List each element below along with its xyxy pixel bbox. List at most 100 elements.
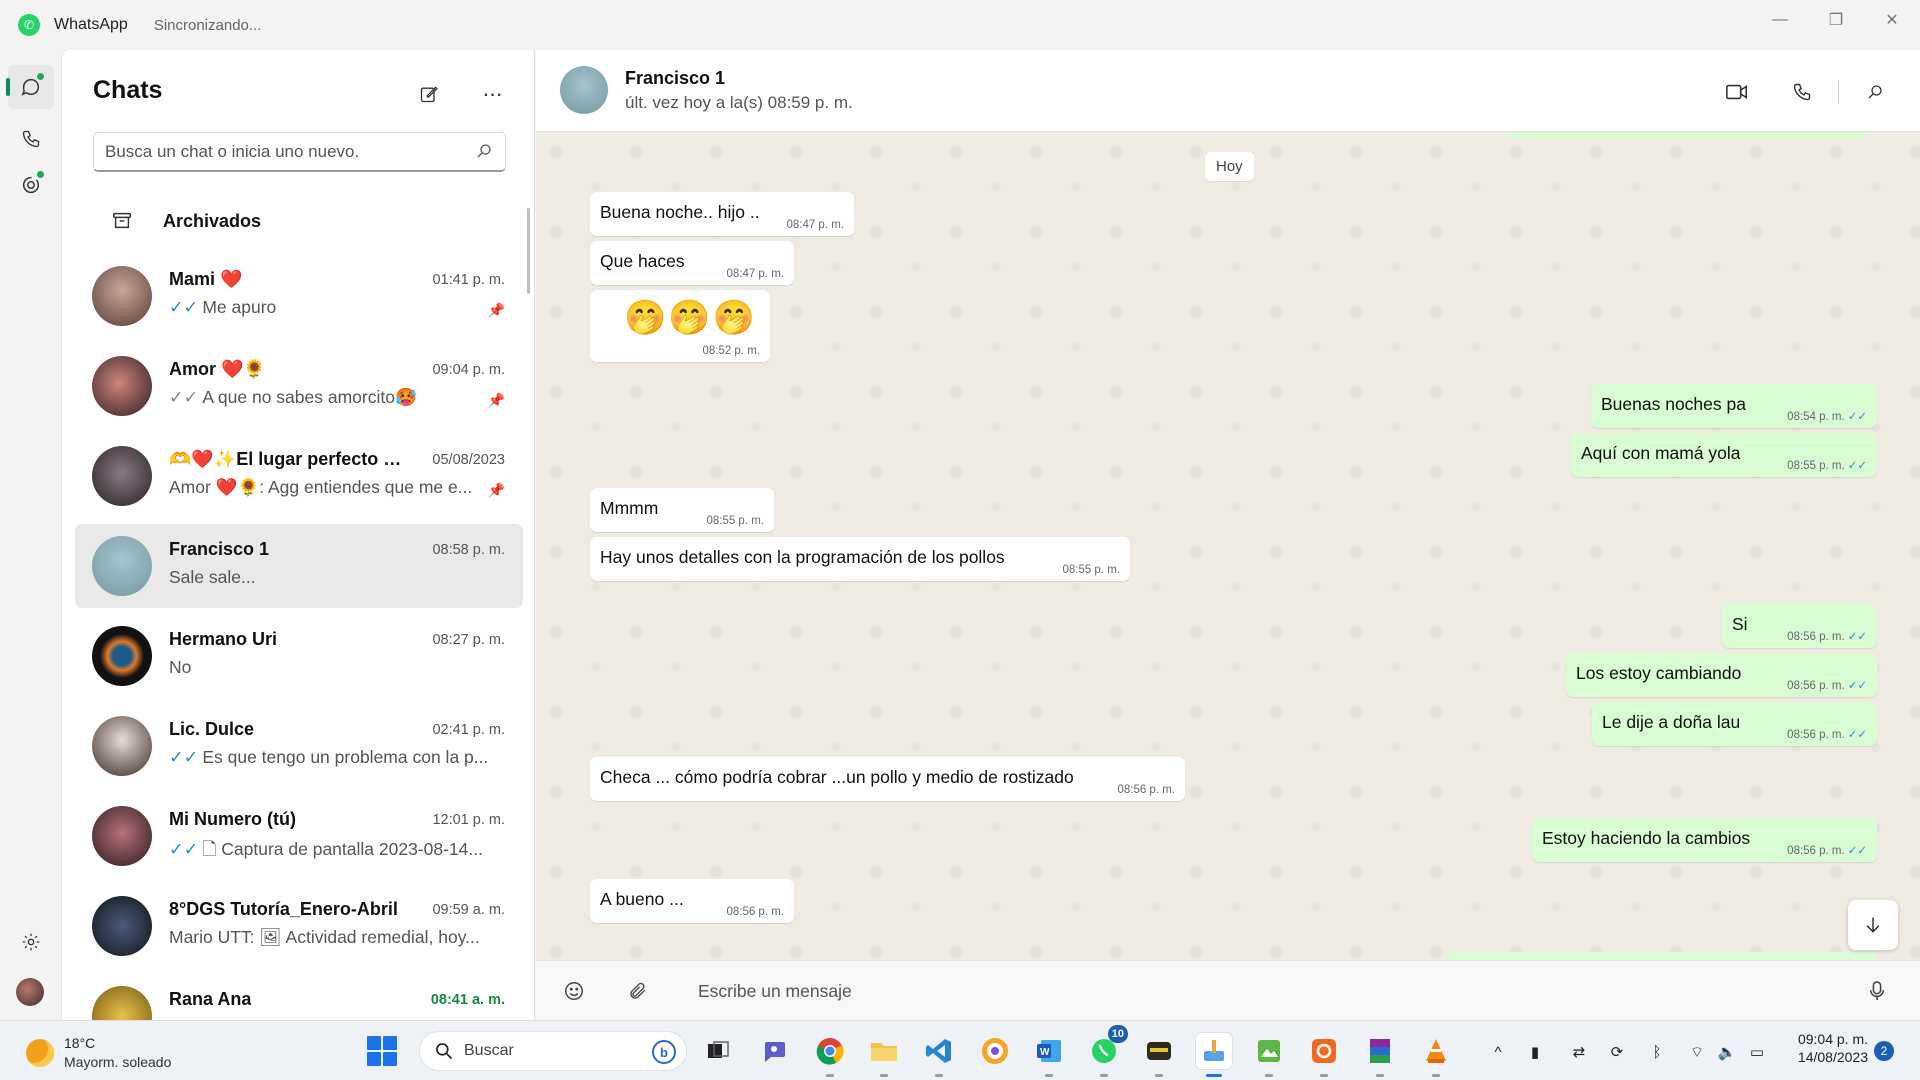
tray-update-icon[interactable]: ⟳	[1606, 1041, 1628, 1063]
message-composer	[536, 960, 1920, 1020]
conversation-header[interactable]: Francisco 1 últ. vez hoy a la(s) 08:59 p…	[536, 50, 1920, 132]
avatar	[92, 356, 152, 416]
show-hidden-icons-button[interactable]: ^	[1487, 1041, 1509, 1063]
close-button[interactable]: ✕	[1864, 0, 1920, 40]
chat-name: Mami ❤️	[169, 269, 243, 289]
chat-preview: Sale sale...	[169, 567, 256, 588]
search-icon	[436, 1043, 453, 1060]
voice-call-button[interactable]	[1788, 78, 1816, 106]
menu-button[interactable]: ⋯	[477, 78, 509, 110]
chat-item[interactable]: Mami ❤️ 01:41 p. m. ✓✓ Me apuro 📌	[75, 254, 523, 338]
attach-button[interactable]	[624, 977, 652, 1005]
chat-item[interactable]: Mi Numero (tú) 12:01 p. m. ✓✓ 🗋 Captura d…	[75, 794, 523, 878]
message-bubble-outgoing[interactable]: Los estoy cambiando 08:56 p. m. ✓✓	[1566, 653, 1877, 697]
task-view-button[interactable]	[700, 1033, 736, 1069]
message-bubble-incoming[interactable]: A bueno ... 08:56 p. m.	[590, 879, 794, 923]
message-bubble-incoming[interactable]: Que haces 08:47 p. m.	[590, 241, 794, 285]
message-text: Si	[1732, 614, 1748, 634]
canva-button[interactable]	[977, 1033, 1013, 1069]
chat-item[interactable]: 🫶❤️✨El lugar perfecto ✨... 05/08/2023 Am…	[75, 434, 523, 518]
message-text: Le dije a doña lau	[1602, 712, 1741, 732]
read-ticks-icon: ✓✓	[1847, 411, 1867, 423]
restore-button[interactable]: ❐	[1808, 0, 1864, 40]
image-editor-icon	[1258, 1040, 1280, 1062]
message-bubble-outgoing[interactable]: Buenas noches pa 08:54 p. m. ✓✓	[1591, 384, 1877, 428]
phone-icon	[22, 130, 40, 148]
teams-button[interactable]	[756, 1033, 792, 1069]
search-in-chat-button[interactable]	[1861, 78, 1889, 106]
chat-name: Rana Ana	[169, 989, 252, 1009]
new-chat-button[interactable]	[413, 78, 445, 110]
chrome-button[interactable]	[812, 1033, 848, 1077]
start-button[interactable]	[367, 1036, 397, 1066]
message-bubble-outgoing[interactable]: Le dije a doña lau 08:56 p. m. ✓✓	[1592, 702, 1877, 746]
status-nav-button[interactable]	[8, 163, 54, 207]
chat-bubble-icon	[765, 1042, 785, 1062]
message-bubble-incoming[interactable]: Mmmm 08:55 p. m.	[590, 488, 774, 532]
taskbar-search[interactable]: Buscar b	[419, 1031, 687, 1071]
chat-item[interactable]: Lic. Dulce 02:41 p. m. ✓✓ Es que tengo un…	[75, 704, 523, 788]
chat-item-selected[interactable]: Francisco 1 08:58 p. m. Sale sale...	[75, 524, 523, 608]
chat-preview: ✓✓ 🗋 Captura de pantalla 2023-08-14...	[169, 837, 483, 867]
conversation-panel: Francisco 1 últ. vez hoy a la(s) 08:59 p…	[536, 50, 1920, 1020]
chat-preview-text: Mario UTT: 🖼 Actividad remedial, hoy...	[169, 927, 480, 947]
chat-preview: ✓✓ Me apuro	[169, 297, 276, 318]
image-editor-button[interactable]	[1251, 1033, 1287, 1077]
battery-icon[interactable]: ▭	[1746, 1041, 1768, 1063]
message-bubble-outgoing[interactable]: Estoy haciendo la cambios 08:56 p. m. ✓✓	[1532, 818, 1877, 862]
message-bubble-incoming[interactable]: Hay unos detalles con la programación de…	[590, 537, 1130, 581]
paint-button[interactable]	[1196, 1033, 1232, 1077]
winrar-button[interactable]	[1362, 1033, 1398, 1077]
tray-sync-icon[interactable]: ⇄	[1568, 1041, 1590, 1063]
message-input[interactable]	[698, 975, 1698, 1007]
video-call-button[interactable]	[1723, 78, 1751, 106]
message-bubble-incoming[interactable]: Checa ... cómo podría cobrar ...un pollo…	[590, 757, 1185, 801]
vlc-button[interactable]	[1418, 1033, 1454, 1077]
chat-time: 09:59 a. m.	[432, 902, 505, 918]
bluetooth-icon[interactable]: ᛒ	[1646, 1041, 1668, 1063]
message-text: A bueno ...	[600, 889, 684, 909]
message-bubble-outgoing[interactable]: Aquí con mamá yola 08:55 p. m. ✓✓	[1571, 433, 1877, 477]
message-area[interactable]: Hoy Buena noche.. hijo .. 08:47 p. m. Qu…	[536, 132, 1920, 960]
chat-item[interactable]: 8°DGS Tutoría_Enero-Abril 09:59 a. m. Ma…	[75, 884, 523, 968]
chat-name: Mi Numero (tú)	[169, 809, 296, 829]
notification-badge[interactable]: 2	[1874, 1041, 1894, 1061]
archived-row[interactable]: Archivados	[62, 195, 534, 247]
chat-search[interactable]	[93, 132, 506, 172]
whatsapp-unread-badge: 10	[1107, 1025, 1128, 1043]
game-button[interactable]	[1141, 1033, 1177, 1077]
chats-nav-button[interactable]	[6, 65, 54, 109]
video-camera-icon	[1726, 84, 1748, 100]
vscode-button[interactable]	[921, 1033, 957, 1077]
canva-icon	[982, 1038, 1008, 1064]
settings-button[interactable]	[8, 920, 54, 964]
profile-avatar[interactable]	[16, 978, 44, 1006]
chat-item[interactable]: Rana Ana 08:41 a. m.	[75, 974, 523, 1020]
message-bubble-incoming[interactable]: 🤭🤭🤭 08:52 p. m.	[590, 290, 770, 362]
message-bubble-incoming[interactable]: Buena noche.. hijo .. 08:47 p. m.	[590, 192, 854, 236]
emoji-button[interactable]	[560, 977, 588, 1005]
weather-temperature: 18°C	[64, 1035, 96, 1051]
scroll-to-bottom-button[interactable]	[1848, 900, 1898, 950]
minimize-button[interactable]: —	[1752, 0, 1808, 40]
read-ticks-icon: ✓✓	[169, 839, 199, 859]
calls-nav-button[interactable]	[8, 117, 54, 161]
chat-item[interactable]: Hermano Uri 08:27 p. m. No	[75, 614, 523, 698]
last-seen: últ. vez hoy a la(s) 08:59 p. m.	[625, 93, 853, 112]
chat-list-scrollbar[interactable]	[527, 208, 530, 294]
volume-icon[interactable]: 🔈	[1716, 1041, 1738, 1063]
whatsapp-taskbar-button[interactable]: 10	[1086, 1025, 1128, 1077]
taskbar-clock[interactable]: 09:04 p. m. 14/08/2023	[1776, 1031, 1868, 1065]
tray-app-icon[interactable]: ▮	[1524, 1041, 1546, 1063]
word-button[interactable]: W	[1031, 1033, 1067, 1077]
pin-icon: 📌	[487, 392, 505, 408]
app-orange-button[interactable]	[1306, 1033, 1342, 1077]
contact-avatar[interactable]	[560, 66, 608, 114]
search-input[interactable]	[94, 141, 454, 162]
chat-item[interactable]: Amor ❤️🌻 09:04 p. m. ✓✓ A que no sabes am…	[75, 344, 523, 428]
weather-widget[interactable]: 18°C Mayorm. soleado	[26, 1033, 226, 1073]
wifi-icon[interactable]: ⌔	[1686, 1041, 1708, 1063]
message-bubble-outgoing[interactable]: Si 08:56 p. m. ✓✓	[1722, 604, 1877, 648]
file-explorer-button[interactable]	[866, 1033, 902, 1077]
voice-note-button[interactable]	[1863, 977, 1891, 1005]
